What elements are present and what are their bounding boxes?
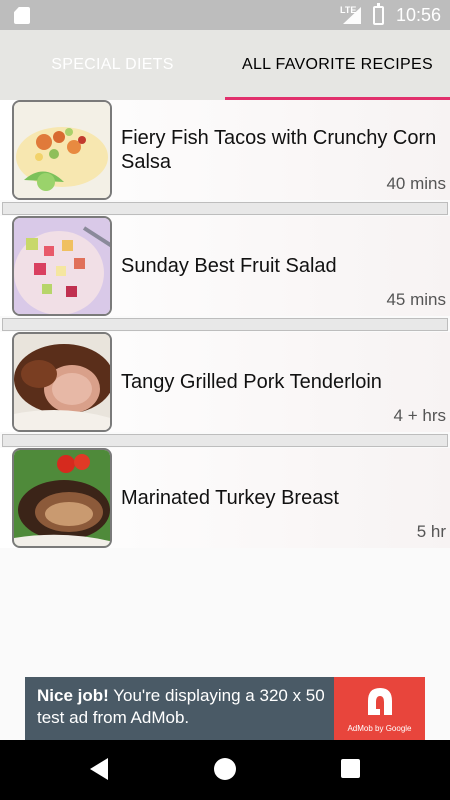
recipe-title: Marinated Turkey Breast <box>121 487 339 509</box>
ad-headline: Nice job! <box>37 686 109 705</box>
admob-brand-text: AdMob by Google <box>347 724 412 733</box>
status-bar: LTE 10:56 <box>0 0 450 30</box>
recipe-time: 4 + hrs <box>393 406 446 425</box>
battery-charging-icon <box>373 3 384 25</box>
tab-bar: SPECIAL DIETS ALL FAVORITE RECIPES <box>0 30 450 100</box>
tab-all-favorite-recipes[interactable]: ALL FAVORITE RECIPES <box>225 30 450 100</box>
back-icon[interactable] <box>90 758 108 780</box>
recipe-list: Fiery Fish Tacos with Crunchy Corn Salsa… <box>0 100 450 548</box>
admob-logo: AdMob by Google <box>334 677 425 740</box>
clock: 10:56 <box>396 5 442 25</box>
recipe-item[interactable]: Fiery Fish Tacos with Crunchy Corn Salsa… <box>0 100 450 200</box>
recipe-item[interactable]: Tangy Grilled Pork Tenderloin 4 + hrs <box>0 332 450 432</box>
recipe-item[interactable]: Marinated Turkey Breast 5 hr <box>0 448 450 548</box>
recipe-time: 45 mins <box>386 290 446 309</box>
home-icon[interactable] <box>214 758 236 780</box>
divider <box>2 318 448 331</box>
recipe-time: 5 hr <box>416 522 446 541</box>
recipe-item[interactable]: Sunday Best Fruit Salad 45 mins <box>0 216 450 316</box>
fruit-salad-thumbnail <box>12 216 112 316</box>
network-type: LTE <box>340 5 357 15</box>
navigation-bar <box>0 740 450 800</box>
divider <box>2 434 448 447</box>
recipe-time: 40 mins <box>386 174 446 193</box>
admob-icon <box>368 688 392 715</box>
sim-card-icon <box>14 7 30 24</box>
fish-tacos-thumbnail <box>12 100 112 200</box>
tab-special-diets[interactable]: SPECIAL DIETS <box>0 30 225 100</box>
divider <box>2 202 448 215</box>
ad-text: Nice job! You're displaying a 320 x 50 t… <box>37 685 337 729</box>
pork-tenderloin-thumbnail <box>12 332 112 432</box>
recents-icon[interactable] <box>341 759 360 778</box>
ad-banner[interactable]: Nice job! You're displaying a 320 x 50 t… <box>25 677 425 740</box>
turkey-breast-thumbnail <box>12 448 112 548</box>
